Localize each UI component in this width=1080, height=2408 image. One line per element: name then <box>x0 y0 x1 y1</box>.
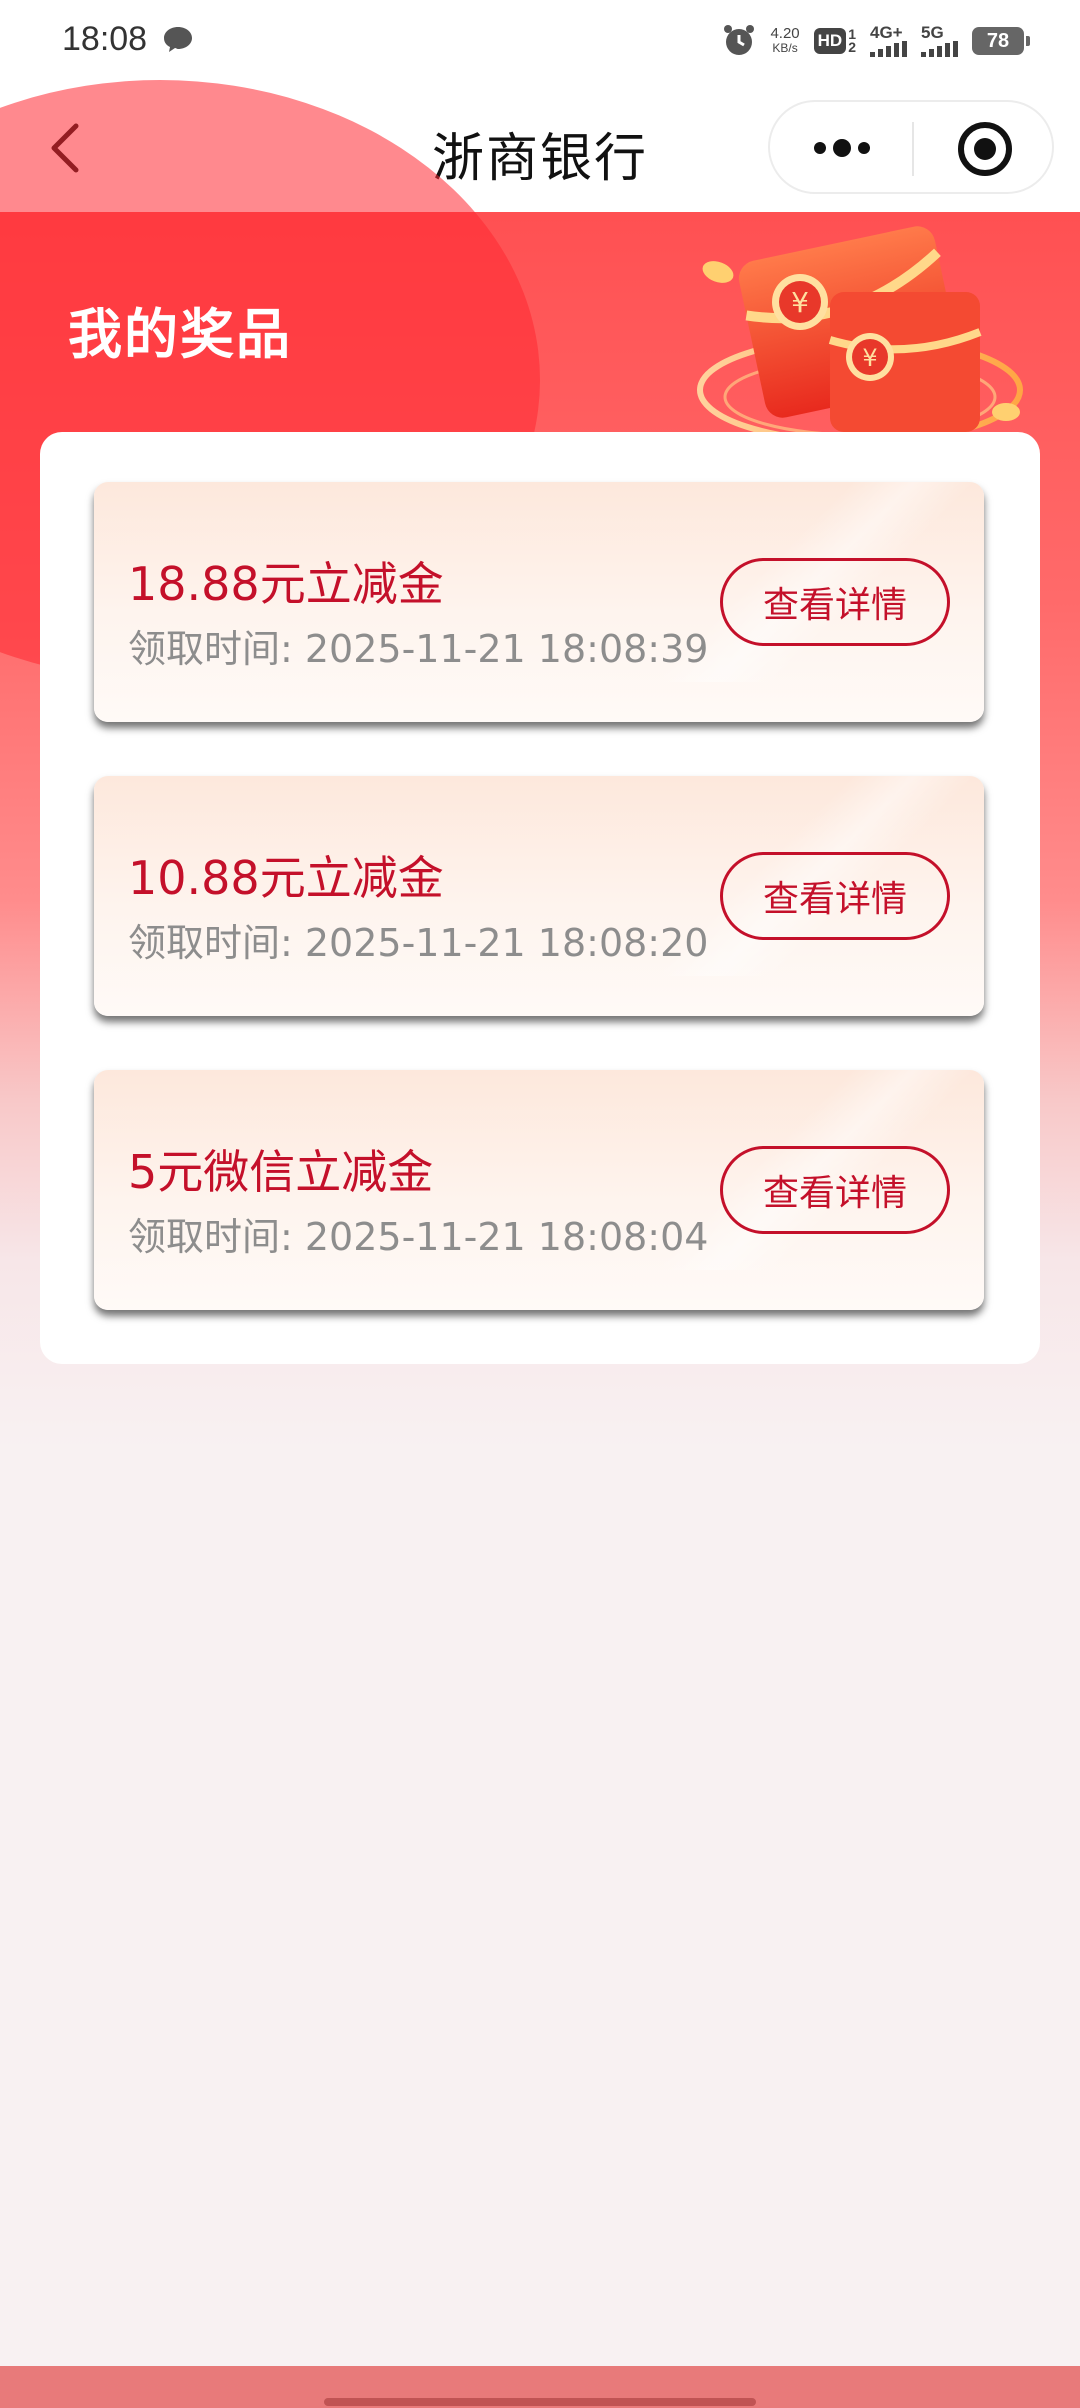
alarm-icon <box>724 25 755 55</box>
view-details-button[interactable]: 查看详情 <box>720 558 950 646</box>
page: 18:08 4.20 KB/s HD 1 2 4G+ 5G 78 浙商银行 我的… <box>0 0 1080 2408</box>
network-speed: 4.20 KB/s <box>770 25 800 55</box>
prize-card: 5元微信立减金 领取时间: 2025-11-21 18:08:04 查看详情 <box>94 1070 984 1310</box>
hero-title: 我的奖品 <box>68 303 292 366</box>
view-details-button[interactable]: 查看详情 <box>720 1146 950 1234</box>
more-dots-icon[interactable] <box>810 128 874 168</box>
home-indicator[interactable] <box>324 2398 756 2406</box>
hd-label: HD <box>813 28 847 54</box>
view-details-button[interactable]: 查看详情 <box>720 852 950 940</box>
svg-text:¥: ¥ <box>791 286 809 319</box>
signal-5g: 5G <box>921 23 958 57</box>
network-speed-value: 4.20 <box>770 25 800 42</box>
signal-4g: 4G+ <box>870 23 907 57</box>
prize-card: 18.88元立减金 领取时间: 2025-11-21 18:08:39 查看详情 <box>94 482 984 722</box>
target-circle-icon[interactable] <box>956 120 1014 178</box>
prize-card: 10.88元立减金 领取时间: 2025-11-21 18:08:20 查看详情 <box>94 776 984 1016</box>
hd-sub: 1 2 <box>848 27 856 55</box>
battery-icon: 78 <box>972 27 1030 55</box>
prize-time: 领取时间: 2025-11-21 18:08:39 <box>128 627 709 671</box>
chat-bubble-icon <box>164 27 192 52</box>
network-speed-unit: KB/s <box>772 41 798 55</box>
mini-program-capsule <box>768 100 1054 194</box>
status-icons: 4.20 KB/s HD 1 2 4G+ 5G 78 <box>722 18 1030 64</box>
hd-indicator: HD 1 2 <box>813 27 856 55</box>
red-envelope-illustration: ¥ ¥ <box>697 226 1023 442</box>
prizes-panel: 18.88元立减金 领取时间: 2025-11-21 18:08:39 查看详情… <box>40 432 1040 1364</box>
prize-name: 5元微信立减金 <box>128 1145 434 1199</box>
prize-name: 10.88元立减金 <box>128 851 444 905</box>
prize-name: 18.88元立减金 <box>128 557 444 611</box>
hd-sub-bottom: 2 <box>848 39 856 55</box>
svg-text:¥: ¥ <box>862 344 877 372</box>
signal-bars-icon <box>921 41 958 57</box>
prize-time: 领取时间: 2025-11-21 18:08:20 <box>128 921 709 965</box>
signal-bars-icon <box>870 41 907 57</box>
status-bar: 18:08 4.20 KB/s HD 1 2 4G+ 5G 78 <box>0 0 1080 84</box>
signal-5g-label: 5G <box>921 23 944 42</box>
status-time: 18:08 <box>62 20 148 58</box>
prize-time: 领取时间: 2025-11-21 18:08:04 <box>128 1215 709 1259</box>
capsule-divider <box>912 122 914 176</box>
signal-4g-label: 4G+ <box>870 23 903 42</box>
